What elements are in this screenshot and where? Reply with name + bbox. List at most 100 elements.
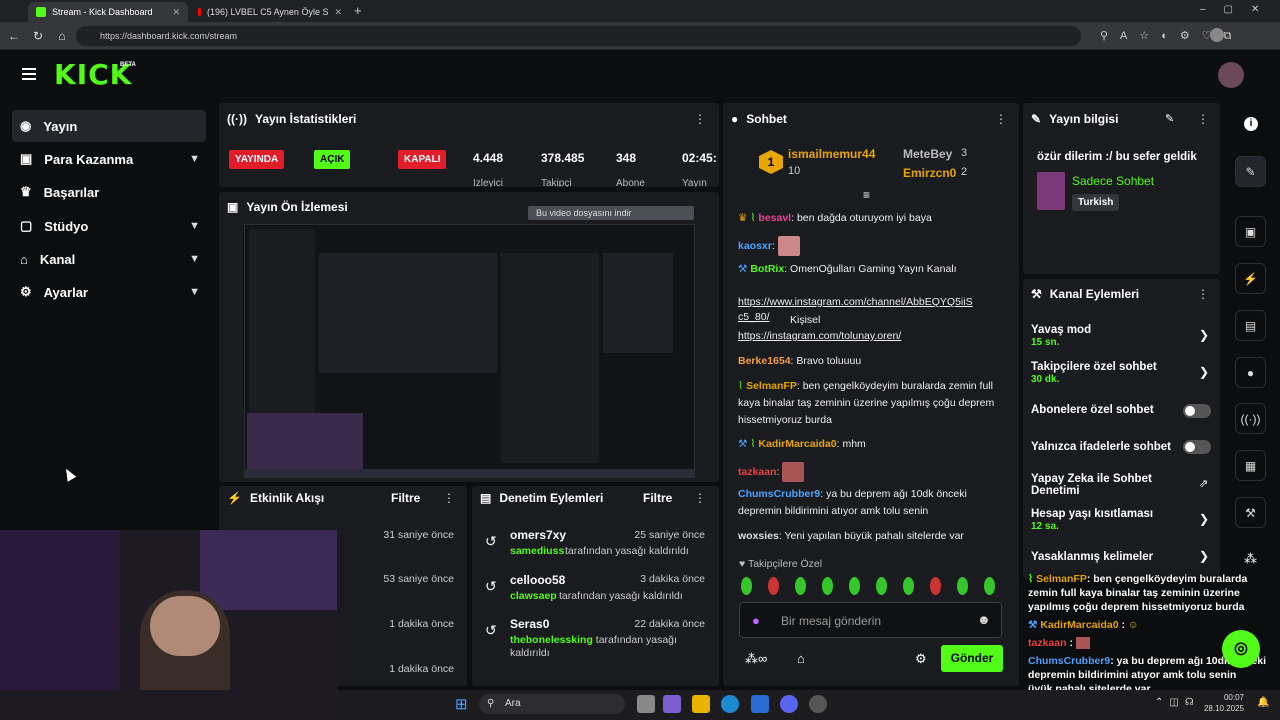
top-gifter-name[interactable]: ismailmemur44 (788, 147, 875, 161)
chat-tools-icon[interactable]: ⁂∞ (745, 651, 767, 667)
emote-icon[interactable] (930, 577, 941, 595)
video-button[interactable]: ▦ (1235, 450, 1266, 481)
more-icon[interactable]: ⋮ (1197, 287, 1209, 301)
chat-username[interactable]: BotRix (750, 263, 784, 275)
sidebar-item-stream[interactable]: ◉ Yayın (12, 110, 206, 142)
sidebar-item-achievements[interactable]: ♛ Başarılar (12, 176, 206, 208)
clock-date[interactable]: 28.10.2025 (1200, 704, 1244, 713)
mod-log-button[interactable]: ▤ (1235, 310, 1266, 341)
chat-username[interactable]: Berke1654 (738, 355, 791, 367)
mod-by[interactable]: thebonelessking (510, 634, 593, 646)
download-video-button[interactable]: Bu video dosyasını indir (528, 206, 694, 220)
stream-preview-video[interactable] (244, 224, 695, 478)
clock-time[interactable]: 00:07 (1208, 693, 1244, 702)
chat-username[interactable]: KadirMarcaida0 (758, 438, 836, 450)
preview-button[interactable]: ▣ (1235, 216, 1266, 247)
mod-user[interactable]: omers7xy (510, 528, 566, 542)
discord-icon[interactable] (780, 695, 798, 713)
sidebar-item-studio[interactable]: ▢ Stüdyo ▼ (12, 210, 206, 242)
chat-link[interactable]: https://www.instagram.com/channel/AbbEQY… (738, 295, 1006, 325)
external-link-icon[interactable]: ⇗ (1199, 477, 1208, 490)
subs-chat-toggle[interactable] (1183, 404, 1211, 418)
mod-by[interactable]: clawsaep (510, 590, 557, 602)
category-thumbnail[interactable] (1037, 172, 1065, 210)
apps-icon[interactable]: ⁂ (1244, 551, 1257, 567)
closed-badge[interactable]: KAPALI (398, 150, 447, 169)
copilot-icon[interactable] (663, 695, 681, 713)
category-name[interactable]: Sadece Sohbet (1072, 174, 1154, 188)
emote-icon[interactable] (795, 577, 806, 595)
menu-icon[interactable] (22, 68, 36, 80)
banned-words-row[interactable]: Yasaklanmış kelimeler (1031, 551, 1211, 563)
back-icon[interactable]: ← (6, 28, 22, 44)
emote-icon[interactable] (903, 577, 914, 595)
chat-username[interactable]: ChumsCrubber9 (738, 488, 820, 500)
more-icon[interactable]: ⋮ (995, 112, 1007, 126)
chat-username[interactable]: woxsies (738, 530, 779, 542)
tab-youtube[interactable]: (196) LVBEL C5 Aynen Öyle S ✕ (190, 2, 350, 22)
pinned-toggle-icon[interactable]: ≡ (863, 188, 870, 202)
obs-icon[interactable] (809, 695, 827, 713)
edit-icon[interactable]: ✎ (1165, 112, 1174, 125)
notifications-icon[interactable]: 🔔 (1257, 697, 1269, 708)
new-tab-icon[interactable]: + (354, 3, 362, 18)
mod-by[interactable]: samediuss (510, 545, 564, 557)
reload-icon[interactable]: ↻ (30, 28, 46, 44)
top-gifter-name[interactable]: MeteBey (903, 147, 952, 161)
chevron-right-icon[interactable]: ❯ (1199, 328, 1209, 342)
slow-mode-row[interactable]: Yavaş mod 15 sn. (1031, 324, 1211, 348)
edge-icon[interactable] (721, 695, 739, 713)
mod-user[interactable]: Seras0 (510, 617, 549, 631)
emote-icon[interactable] (876, 577, 887, 595)
chat-username[interactable]: tazkaan (738, 466, 777, 478)
more-icon[interactable]: ⋮ (1197, 112, 1209, 126)
profile-icon[interactable] (1210, 28, 1224, 42)
moderation-filter-button[interactable]: Filtre (643, 491, 672, 505)
edit-stream-button[interactable]: ✎ (1235, 156, 1266, 187)
emote-icon[interactable] (822, 577, 833, 595)
sidebar-item-channel[interactable]: ⌂ Kanal ▼ (12, 243, 206, 275)
chat-link-text[interactable]: https://www.instagram.com/channel/AbbEQY… (738, 296, 973, 323)
more-icon[interactable]: ⋮ (694, 112, 706, 126)
chat-link-text[interactable]: https://instagram.com/tolunay.oren/ (738, 330, 901, 342)
windows-start-icon[interactable]: ⊞ (455, 695, 468, 713)
home-icon[interactable]: ⌂ (54, 28, 70, 44)
close-icon[interactable]: ✕ (172, 7, 180, 18)
tools-button[interactable]: ⚒ (1235, 497, 1266, 528)
tab-kick-dashboard[interactable]: Stream - Kick Dashboard ✕ (28, 2, 188, 22)
followers-chat-row[interactable]: Takipçilere özel sohbet 30 dk. (1031, 361, 1211, 385)
taskbar-search[interactable]: ⚲ Ara (479, 694, 625, 714)
activity-filter-button[interactable]: Filtre (391, 491, 420, 505)
mod-user[interactable]: cellooo58 (510, 573, 565, 587)
info-icon[interactable]: i (1244, 117, 1258, 131)
sidebar-item-settings[interactable]: ⚙ Ayarlar ▼ (12, 276, 206, 308)
chevron-right-icon[interactable]: ❯ (1199, 512, 1209, 526)
chat-username[interactable]: besavl (758, 212, 791, 224)
emote-icon[interactable] (768, 577, 779, 595)
mic-icon[interactable]: ● (752, 613, 760, 628)
emote-icon[interactable] (741, 577, 752, 595)
kick-support-button[interactable]: ◎ (1222, 630, 1260, 668)
open-badge[interactable]: AÇIK (314, 150, 351, 169)
file-explorer-icon[interactable] (692, 695, 710, 713)
chat-link[interactable]: https://instagram.com/tolunay.oren/ (738, 328, 1003, 344)
window-controls[interactable]: –▢✕ (1200, 4, 1277, 15)
top-gifter-name[interactable]: Emirzcn0 (903, 166, 956, 180)
emote-bar[interactable] (741, 577, 1003, 595)
gear-icon[interactable]: ⚙ (915, 651, 927, 667)
url-input[interactable]: https://dashboard.kick.com/stream (76, 26, 1081, 46)
activity-button[interactable]: ⚡ (1235, 263, 1266, 294)
emote-chat-toggle[interactable] (1183, 440, 1211, 454)
system-tray-icons[interactable]: ⌃◫☊ (1155, 697, 1200, 708)
emote-icon[interactable] (957, 577, 968, 595)
broadcast-button[interactable]: ((·)) (1235, 403, 1266, 434)
chat-username[interactable]: kaosxr (738, 240, 772, 252)
store-icon[interactable]: ⌂ (797, 651, 805, 666)
emote-icon[interactable] (984, 577, 995, 595)
sidebar-item-monetization[interactable]: ▣ Para Kazanma ▼ (12, 143, 206, 175)
more-icon[interactable]: ⋮ (694, 491, 706, 505)
chevron-right-icon[interactable]: ❯ (1199, 549, 1209, 563)
ai-moderation-row[interactable]: Yapay Zeka ile Sohbet Denetimi (1031, 473, 1171, 497)
store-icon[interactable] (751, 695, 769, 713)
avatar[interactable] (1218, 62, 1244, 88)
